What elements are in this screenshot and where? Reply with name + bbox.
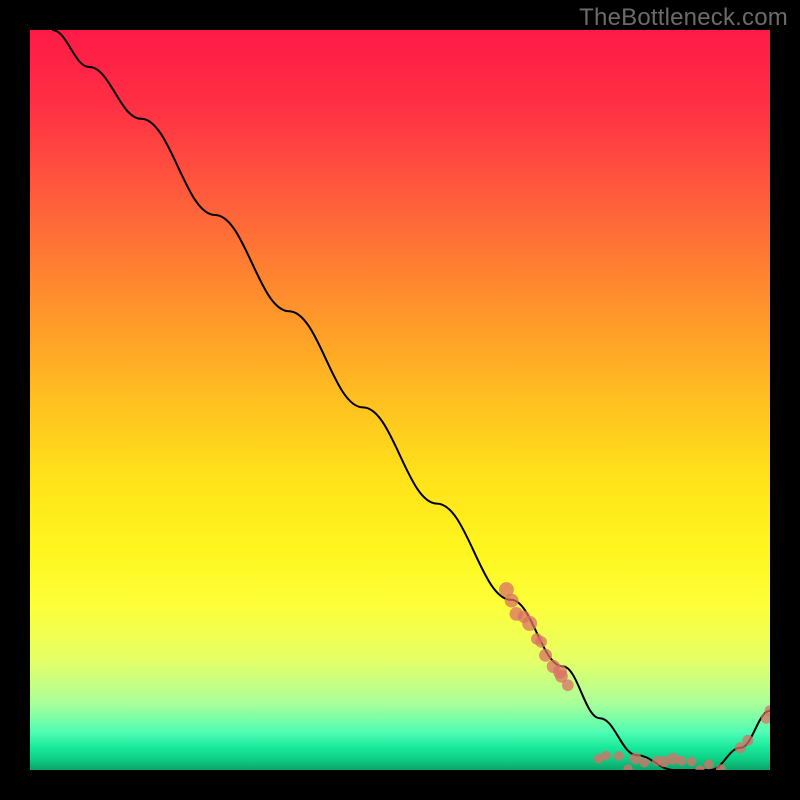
data-point xyxy=(687,757,697,767)
data-point xyxy=(539,649,552,662)
data-point xyxy=(716,764,726,770)
chart-overlay xyxy=(30,30,770,770)
data-point xyxy=(630,753,642,765)
watermark-label: TheBottleneck.com xyxy=(579,4,788,32)
data-point xyxy=(623,764,632,770)
data-point xyxy=(601,751,611,761)
data-point xyxy=(742,735,753,746)
data-point xyxy=(535,636,547,648)
data-point xyxy=(704,760,714,770)
data-point xyxy=(505,594,519,608)
bottleneck-curve xyxy=(52,30,770,770)
plot-area xyxy=(30,30,770,770)
data-point xyxy=(677,756,687,766)
data-point xyxy=(562,679,574,691)
scatter-dots xyxy=(499,582,770,770)
data-point xyxy=(614,751,624,761)
data-point xyxy=(522,616,537,631)
data-point xyxy=(640,758,649,767)
chart-frame: TheBottleneck.com xyxy=(0,0,800,800)
data-point xyxy=(695,765,704,770)
